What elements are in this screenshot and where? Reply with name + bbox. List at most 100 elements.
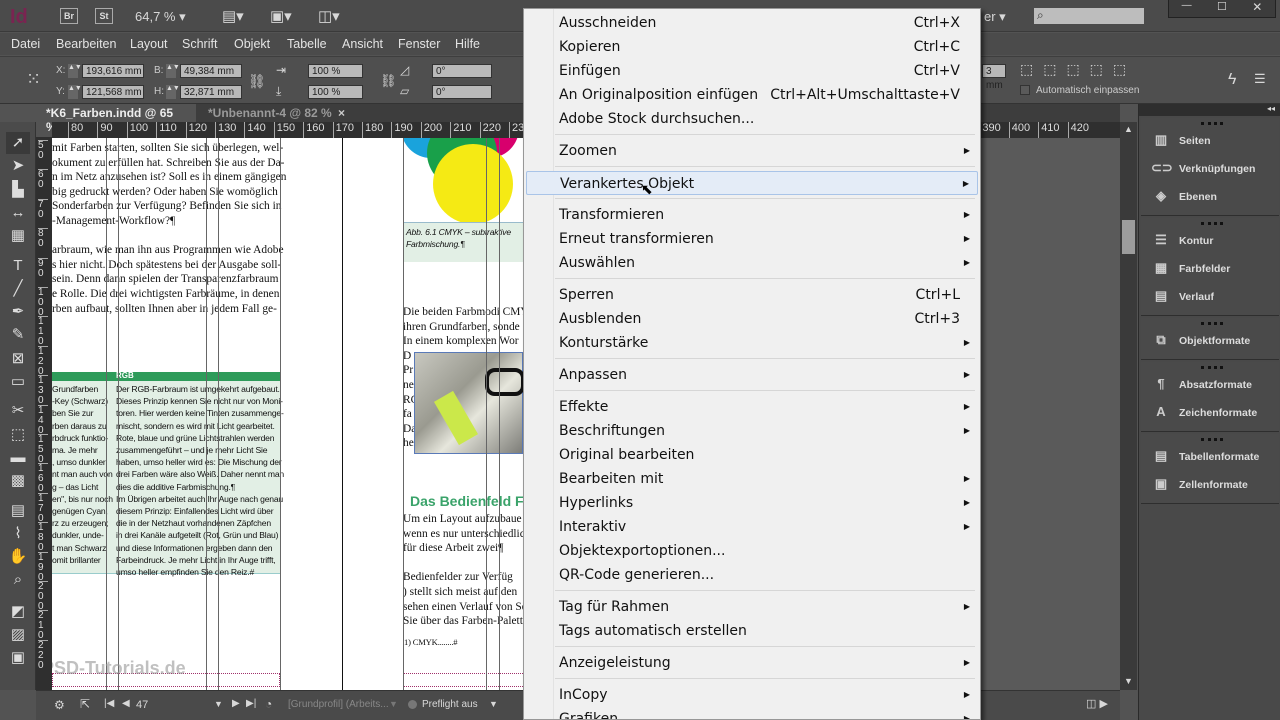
- scale-y-field[interactable]: 100 %: [308, 85, 363, 99]
- constrain-proportions-icon[interactable]: ⛓: [248, 73, 266, 90]
- line-tool-icon[interactable]: ╱: [6, 278, 30, 300]
- selected-book-image[interactable]: [414, 352, 523, 454]
- menu-item-sperren[interactable]: Sperren Ctrl+L: [526, 283, 978, 307]
- x-stepper[interactable]: ▲▼: [68, 64, 82, 78]
- panel-group-grip[interactable]: [1201, 366, 1223, 369]
- settings-icon[interactable]: ⚙: [54, 698, 65, 712]
- profile-dropdown-icon[interactable]: ▼: [389, 699, 398, 709]
- menu-item-objektexportoptionen[interactable]: Objektexportoptionen...: [526, 539, 978, 563]
- preflight-label[interactable]: Preflight aus: [422, 699, 478, 710]
- partial-field[interactable]: 3 mm: [982, 64, 1006, 91]
- link-scale-icon[interactable]: ⛓: [380, 73, 397, 89]
- page-number-field[interactable]: 47: [136, 699, 148, 711]
- menu-item-tag-für-rahmen[interactable]: Tag für Rahmen ▶: [526, 595, 978, 619]
- menu-item-grafiken[interactable]: Grafiken ▶: [526, 707, 978, 719]
- menu-item-interaktiv[interactable]: Interaktiv ▶: [526, 515, 978, 539]
- page-dropdown-icon[interactable]: ▼: [214, 699, 223, 709]
- free-transform-tool-icon[interactable]: ⬚: [6, 424, 30, 446]
- tab-close-icon[interactable]: ×: [338, 106, 345, 120]
- x-field[interactable]: 193,616 mm: [82, 64, 144, 78]
- stock-button[interactable]: St: [95, 8, 113, 24]
- menu-item-bearbeiten-mit[interactable]: Bearbeiten mit ▶: [526, 467, 978, 491]
- scissors-tool-icon[interactable]: ✂: [6, 400, 30, 422]
- menu-datei[interactable]: Datei: [11, 37, 40, 51]
- page-options-icon[interactable]: ◔: [265, 697, 272, 711]
- panel-verlauf[interactable]: ▤ Verlauf: [1151, 286, 1214, 306]
- direct-selection-tool-icon[interactable]: ➤: [6, 155, 30, 177]
- gap-tool-icon[interactable]: ↔: [6, 202, 30, 224]
- scale-x-field[interactable]: 100 %: [308, 64, 363, 78]
- menu-item-incopy[interactable]: InCopy ▶: [526, 683, 978, 707]
- menu-item-auswählen[interactable]: Auswählen ▶: [526, 251, 978, 275]
- panel-ebenen[interactable]: ◈ Ebenen: [1151, 186, 1217, 206]
- panel-group-grip[interactable]: [1201, 122, 1223, 125]
- screen-mode-button-icon[interactable]: ▣: [6, 647, 30, 669]
- panel-objektformate[interactable]: ⧉ Objektformate: [1151, 330, 1250, 350]
- menu-ansicht[interactable]: Ansicht: [342, 37, 383, 51]
- reference-point-icon[interactable]: ⁙: [26, 69, 41, 90]
- preflight-dropdown-icon[interactable]: ▼: [489, 699, 498, 709]
- pen-tool-icon[interactable]: ✒: [6, 301, 30, 323]
- panel-seiten[interactable]: ▥ Seiten: [1151, 130, 1211, 150]
- horizontal-scroll-icons[interactable]: ◫ ▶: [1086, 697, 1108, 710]
- rotate-angle-field[interactable]: 0°: [432, 64, 492, 78]
- arrange-documents-icon[interactable]: ◫▾: [318, 7, 340, 25]
- menu-schrift[interactable]: Schrift: [182, 37, 217, 51]
- menu-item-hyperlinks[interactable]: Hyperlinks ▶: [526, 491, 978, 515]
- panel-kontur[interactable]: ☰ Kontur: [1151, 230, 1213, 250]
- content-collector-tool-icon[interactable]: ▦: [6, 225, 30, 247]
- menu-item-zoomen[interactable]: Zoomen ▶: [526, 139, 978, 163]
- next-page-button[interactable]: ▶: [232, 698, 240, 709]
- view-options-icon[interactable]: ▤▾: [222, 7, 244, 25]
- menu-item-beschriftungen[interactable]: Beschriftungen ▶: [526, 419, 978, 443]
- scroll-up-icon[interactable]: ▲: [1124, 124, 1133, 134]
- gradient-feather-tool-icon[interactable]: ▩: [6, 470, 30, 492]
- menu-hilfe[interactable]: Hilfe: [455, 37, 480, 51]
- panel-zeichenformate[interactable]: A Zeichenformate: [1151, 402, 1257, 422]
- menu-item-anpassen[interactable]: Anpassen ▶: [526, 363, 978, 387]
- shear-angle-field[interactable]: 0°: [432, 85, 492, 99]
- menu-item-qr-code-generieren[interactable]: QR-Code generieren...: [526, 563, 978, 587]
- quick-apply-icon[interactable]: ϟ: [1228, 71, 1236, 89]
- width-field[interactable]: 49,384 mm: [180, 64, 242, 78]
- panel-zellenformate[interactable]: ▣ Zellenformate: [1151, 474, 1248, 494]
- fitting-buttons[interactable]: ⬚⬚⬚⬚⬚: [1020, 61, 1136, 78]
- gradient-swatch-tool-icon[interactable]: ▬: [6, 447, 30, 469]
- panel-group-grip[interactable]: [1201, 322, 1223, 325]
- vertical-scrollbar[interactable]: ▲ ▼: [1120, 122, 1137, 690]
- scroll-down-icon[interactable]: ▼: [1124, 676, 1133, 686]
- pencil-tool-icon[interactable]: ✎: [6, 324, 30, 346]
- maximize-button[interactable]: ☐: [1204, 0, 1239, 17]
- rectangle-frame-tool-icon[interactable]: ⊠: [6, 348, 30, 370]
- height-field[interactable]: 32,871 mm: [180, 85, 242, 99]
- menu-item-ausschneiden[interactable]: Ausschneiden Ctrl+X: [526, 11, 978, 35]
- hand-tool-icon[interactable]: ✋: [6, 546, 30, 568]
- menu-item-kopieren[interactable]: Kopieren Ctrl+C: [526, 35, 978, 59]
- minimize-button[interactable]: —: [1169, 0, 1204, 17]
- width-stepper[interactable]: ▲▼: [166, 64, 180, 78]
- panel-verknüpfungen[interactable]: ⊂⊃ Verknüpfungen: [1151, 158, 1255, 178]
- first-page-button[interactable]: |◀: [104, 698, 114, 709]
- scroll-thumb[interactable]: [1122, 220, 1135, 254]
- tab-unbenannt-4[interactable]: *Unbenannt-4 @ 82 % ×: [198, 104, 348, 122]
- bridge-button[interactable]: Br: [60, 8, 78, 24]
- panel-absatzformate[interactable]: ¶ Absatzformate: [1151, 374, 1252, 394]
- menu-objekt[interactable]: Objekt: [234, 37, 270, 51]
- profile-dropdown[interactable]: [Grundprofil] (Arbeits...: [288, 699, 389, 710]
- menu-item-tags-automatisch-erstellen[interactable]: Tags automatisch erstellen: [526, 619, 978, 643]
- close-button[interactable]: ✕: [1240, 0, 1275, 17]
- selection-tool-icon[interactable]: ➚: [6, 132, 30, 154]
- menu-item-einfügen[interactable]: Einfügen Ctrl+V: [526, 59, 978, 83]
- zoom-level-dropdown[interactable]: 64,7 % ▾: [135, 9, 186, 25]
- apply-none-button-icon[interactable]: ▨: [6, 624, 30, 646]
- menu-item-erneut-transformieren[interactable]: Erneut transformieren ▶: [526, 227, 978, 251]
- menu-fenster[interactable]: Fenster: [398, 37, 440, 51]
- tab-k6-farben[interactable]: *K6_Farben.indd @ 65 % ×: [36, 104, 196, 134]
- auto-fit-checkbox[interactable]: [1020, 85, 1030, 95]
- eyedropper-tool-icon[interactable]: ⌇: [6, 523, 30, 545]
- panel-tabellenformate[interactable]: ▤ Tabellenformate: [1151, 446, 1259, 466]
- fill-stroke-swatch-icon[interactable]: ◩: [6, 601, 30, 623]
- panel-group-grip[interactable]: [1201, 222, 1223, 225]
- y-field[interactable]: 121,568 mm: [82, 85, 144, 99]
- screen-mode-icon[interactable]: ▣▾: [270, 7, 292, 25]
